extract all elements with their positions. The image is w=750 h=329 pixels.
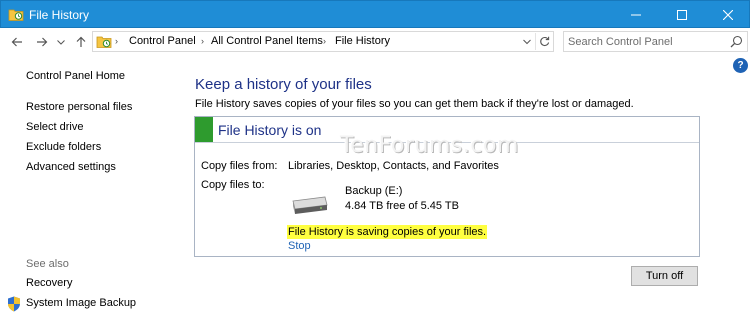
see-also-recovery[interactable]: Recovery xyxy=(26,277,72,289)
arrow-right-icon xyxy=(37,37,48,47)
page-description: File History saves copies of your files … xyxy=(195,98,634,110)
minimize-button[interactable] xyxy=(613,1,659,28)
search-input[interactable] xyxy=(568,33,718,50)
copy-from-value: Libraries, Desktop, Contacts, and Favori… xyxy=(288,160,499,172)
arrow-up-icon xyxy=(76,36,86,47)
sidebar-control-panel-home[interactable]: Control Panel Home xyxy=(26,70,125,82)
maximize-button[interactable] xyxy=(659,1,705,28)
window-title: File History xyxy=(29,8,90,22)
search-box[interactable] xyxy=(563,31,748,52)
refresh-icon xyxy=(539,36,549,47)
shield-icon xyxy=(8,296,20,312)
breadcrumb-control-panel[interactable]: Control Panel xyxy=(129,35,196,47)
chevron-down-icon xyxy=(57,39,65,45)
copy-to-label: Copy files to: xyxy=(201,179,265,191)
breadcrumb-all-items[interactable]: All Control Panel Items xyxy=(211,35,323,47)
recent-locations-button[interactable] xyxy=(55,33,67,51)
help-button[interactable]: ? xyxy=(733,58,748,73)
backup-drive-name: Backup (E:) xyxy=(345,185,403,197)
watermark-text: TenForums.com xyxy=(340,133,519,158)
address-dropdown-chevron-icon[interactable] xyxy=(521,35,533,48)
sidebar-item-advanced-settings[interactable]: Advanced settings xyxy=(26,161,116,173)
status-title: File History is on xyxy=(218,122,322,138)
turn-off-button[interactable]: Turn off xyxy=(631,266,698,286)
stop-link[interactable]: Stop xyxy=(288,240,311,252)
breadcrumb-separator: › xyxy=(201,36,204,46)
see-also-heading: See also xyxy=(26,258,69,270)
sidebar-item-select-drive[interactable]: Select drive xyxy=(26,121,83,133)
breadcrumb-separator: › xyxy=(115,36,118,46)
saving-status-message: File History is saving copies of your fi… xyxy=(287,225,488,239)
navigation-bar: › Control Panel › All Control Panel Item… xyxy=(0,28,750,56)
copy-from-label: Copy files from: xyxy=(201,160,278,172)
file-history-app-icon xyxy=(8,9,24,21)
close-button[interactable] xyxy=(705,1,750,28)
maximize-icon xyxy=(677,9,687,20)
back-button[interactable] xyxy=(8,33,26,51)
breadcrumb-separator: › xyxy=(323,36,326,46)
address-bar[interactable]: › Control Panel › All Control Panel Item… xyxy=(92,31,554,52)
search-icon[interactable] xyxy=(730,35,743,48)
breadcrumb-file-history[interactable]: File History xyxy=(335,35,390,47)
see-also-system-image-backup[interactable]: System Image Backup xyxy=(26,297,136,309)
page-title: Keep a history of your files xyxy=(195,76,372,93)
minimize-icon xyxy=(631,14,641,15)
close-icon xyxy=(723,9,733,20)
arrow-left-icon xyxy=(11,37,22,47)
title-bar: File History xyxy=(0,0,750,28)
file-history-location-icon xyxy=(96,36,112,48)
up-button[interactable] xyxy=(72,33,90,51)
refresh-button[interactable] xyxy=(535,33,552,50)
drive-icon xyxy=(292,196,328,214)
sidebar-item-restore-personal-files[interactable]: Restore personal files xyxy=(26,101,132,113)
forward-button[interactable] xyxy=(33,33,51,51)
status-on-indicator xyxy=(195,117,213,142)
sidebar-item-exclude-folders[interactable]: Exclude folders xyxy=(26,141,101,153)
backup-drive-free-space: 4.84 TB free of 5.45 TB xyxy=(345,200,459,212)
